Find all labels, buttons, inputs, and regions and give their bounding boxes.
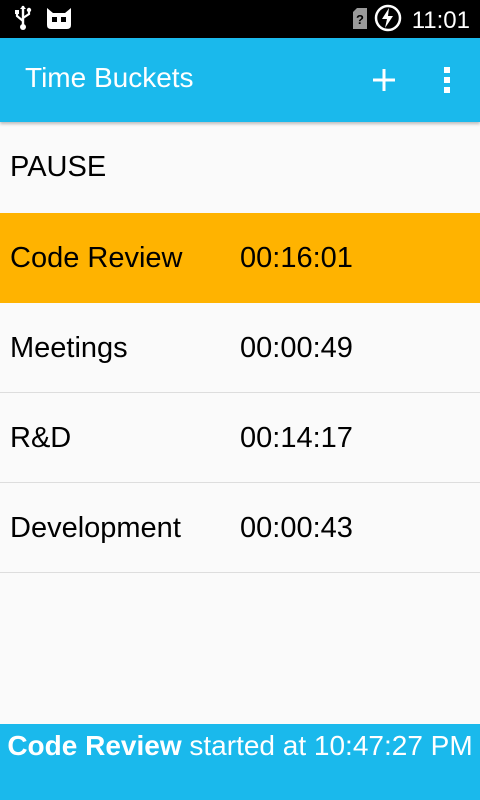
bucket-name: Meetings (10, 332, 128, 364)
bucket-name: Code Review (10, 242, 183, 274)
add-bucket-button[interactable] (368, 64, 400, 96)
bucket-name: Development (10, 512, 181, 544)
svg-text:?: ? (356, 12, 364, 27)
add-icon (373, 69, 395, 91)
bucket-row-meetings[interactable]: Meetings 00:00:49 (0, 303, 480, 393)
current-bucket-status: Code Review started at 10:47:27 PM (0, 724, 480, 800)
current-bucket-name: Code Review (7, 730, 182, 761)
bucket-row-code-review[interactable]: Code Review 00:16:01 (0, 213, 480, 303)
status-time: 11:01 (411, 6, 470, 34)
cyanogenmod-icon (44, 5, 74, 36)
status-left-icons (14, 5, 74, 36)
status-bar: ? 11:01 (0, 0, 480, 38)
usb-icon (14, 5, 32, 36)
pause-label: PAUSE (10, 151, 107, 183)
bucket-name: R&D (10, 422, 72, 454)
app-title: Time Buckets (25, 62, 194, 93)
bucket-row-development[interactable]: Development 00:00:43 (0, 483, 480, 573)
bucket-time: 00:16:01 (240, 242, 353, 274)
bucket-time: 00:00:43 (240, 512, 353, 544)
overflow-menu-button[interactable] (432, 62, 462, 98)
current-bucket-start-text: started at 10:47:27 PM (181, 730, 473, 761)
status-right-icons: ? 11:01 (352, 4, 470, 37)
battery-charging-icon (374, 4, 402, 37)
bucket-time: 00:14:17 (240, 422, 353, 454)
overflow-menu-icon (444, 67, 450, 93)
bucket-time: 00:00:49 (240, 332, 353, 364)
bucket-list: PAUSE Code Review 00:16:01 Meetings 00:0… (0, 122, 480, 573)
pause-item[interactable]: PAUSE (0, 122, 480, 213)
bucket-row-r-and-d[interactable]: R&D 00:14:17 (0, 393, 480, 483)
no-sim-icon: ? (352, 5, 368, 36)
app-bar: Time Buckets (0, 38, 480, 122)
